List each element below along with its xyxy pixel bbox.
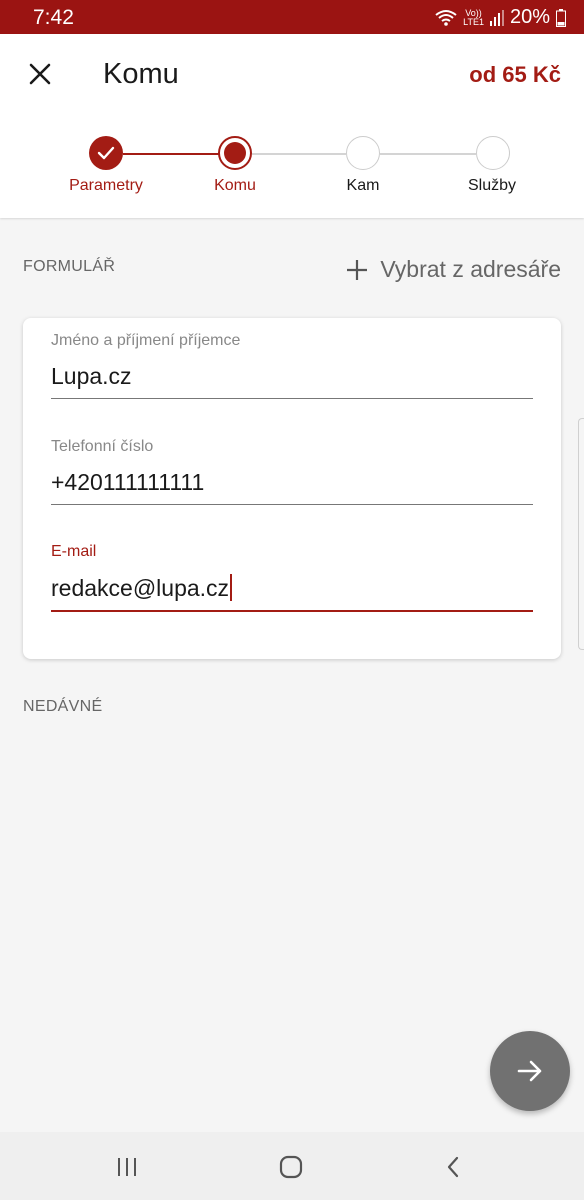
recipient-form-card: Jméno a příjmení příjemce Lupa.cz Telefo…	[23, 318, 561, 659]
step-parametry-indicator[interactable]	[89, 136, 123, 170]
home-icon	[279, 1155, 303, 1179]
step-label: Služby	[467, 177, 517, 194]
wifi-icon	[435, 9, 457, 26]
system-navigation-bar	[0, 1132, 584, 1200]
step-komu-indicator[interactable]	[218, 136, 252, 170]
text-cursor	[230, 574, 233, 601]
edge-scroll-handle[interactable]	[578, 418, 584, 650]
battery-icon	[556, 8, 566, 27]
home-button[interactable]	[271, 1150, 311, 1184]
step-label: Kam	[346, 177, 380, 194]
status-time: 7:42	[33, 6, 74, 29]
name-input[interactable]: Lupa.cz	[51, 363, 533, 399]
signal-icon	[489, 9, 504, 26]
close-icon	[29, 63, 51, 85]
pick-from-contacts-button[interactable]: Vybrat z adresáře	[346, 256, 561, 283]
name-field-label: Jméno a příjmení příjemce	[51, 332, 241, 349]
name-field[interactable]: Jméno a příjmení příjemce Lupa.cz	[51, 332, 533, 399]
phone-field-label: Telefonní číslo	[51, 438, 154, 455]
progress-stepper: Parametry Komu Kam Služby	[0, 134, 584, 204]
step-label: Parametry	[69, 177, 143, 194]
price-label: od 65 Kč	[469, 62, 561, 87]
check-icon	[97, 146, 115, 160]
app-bar: Komu od 65 Kč Parametry Komu Kam Služby	[0, 34, 584, 218]
phone-field[interactable]: Telefonní číslo +420111111111	[51, 438, 533, 505]
email-field-label: E-mail	[51, 543, 97, 560]
form-section-title: FORMULÁŘ	[23, 258, 116, 275]
step-sluzby-indicator[interactable]	[476, 136, 510, 170]
back-button[interactable]	[434, 1150, 474, 1184]
email-field[interactable]: E-mail redakce@lupa.cz	[51, 543, 533, 612]
step-connector	[252, 153, 346, 155]
status-bar: 7:42 Vo)) LTE1 20%	[0, 0, 584, 34]
recent-section-title: NEDÁVNÉ	[23, 698, 103, 715]
email-input[interactable]: redakce@lupa.cz	[51, 574, 533, 612]
battery-percent: 20%	[509, 6, 550, 28]
recent-apps-button[interactable]	[107, 1150, 147, 1184]
arrow-right-icon	[517, 1060, 542, 1082]
current-step-dot	[224, 142, 246, 164]
status-icons: Vo)) LTE1 20%	[435, 6, 566, 29]
network-type: Vo)) LTE1	[463, 7, 484, 27]
recent-apps-icon	[118, 1158, 136, 1176]
step-label: Komu	[214, 177, 256, 194]
next-step-button[interactable]	[490, 1031, 570, 1111]
step-connector	[123, 153, 219, 155]
plus-icon	[347, 259, 368, 280]
step-kam-indicator[interactable]	[346, 136, 380, 170]
step-connector	[380, 153, 476, 155]
email-input-value: redakce@lupa.cz	[51, 575, 230, 601]
pick-from-contacts-label: Vybrat z adresáře	[380, 256, 561, 282]
back-icon	[447, 1156, 459, 1178]
close-button[interactable]	[22, 56, 58, 92]
phone-input[interactable]: +420111111111	[51, 469, 533, 505]
page-title: Komu	[103, 58, 179, 90]
